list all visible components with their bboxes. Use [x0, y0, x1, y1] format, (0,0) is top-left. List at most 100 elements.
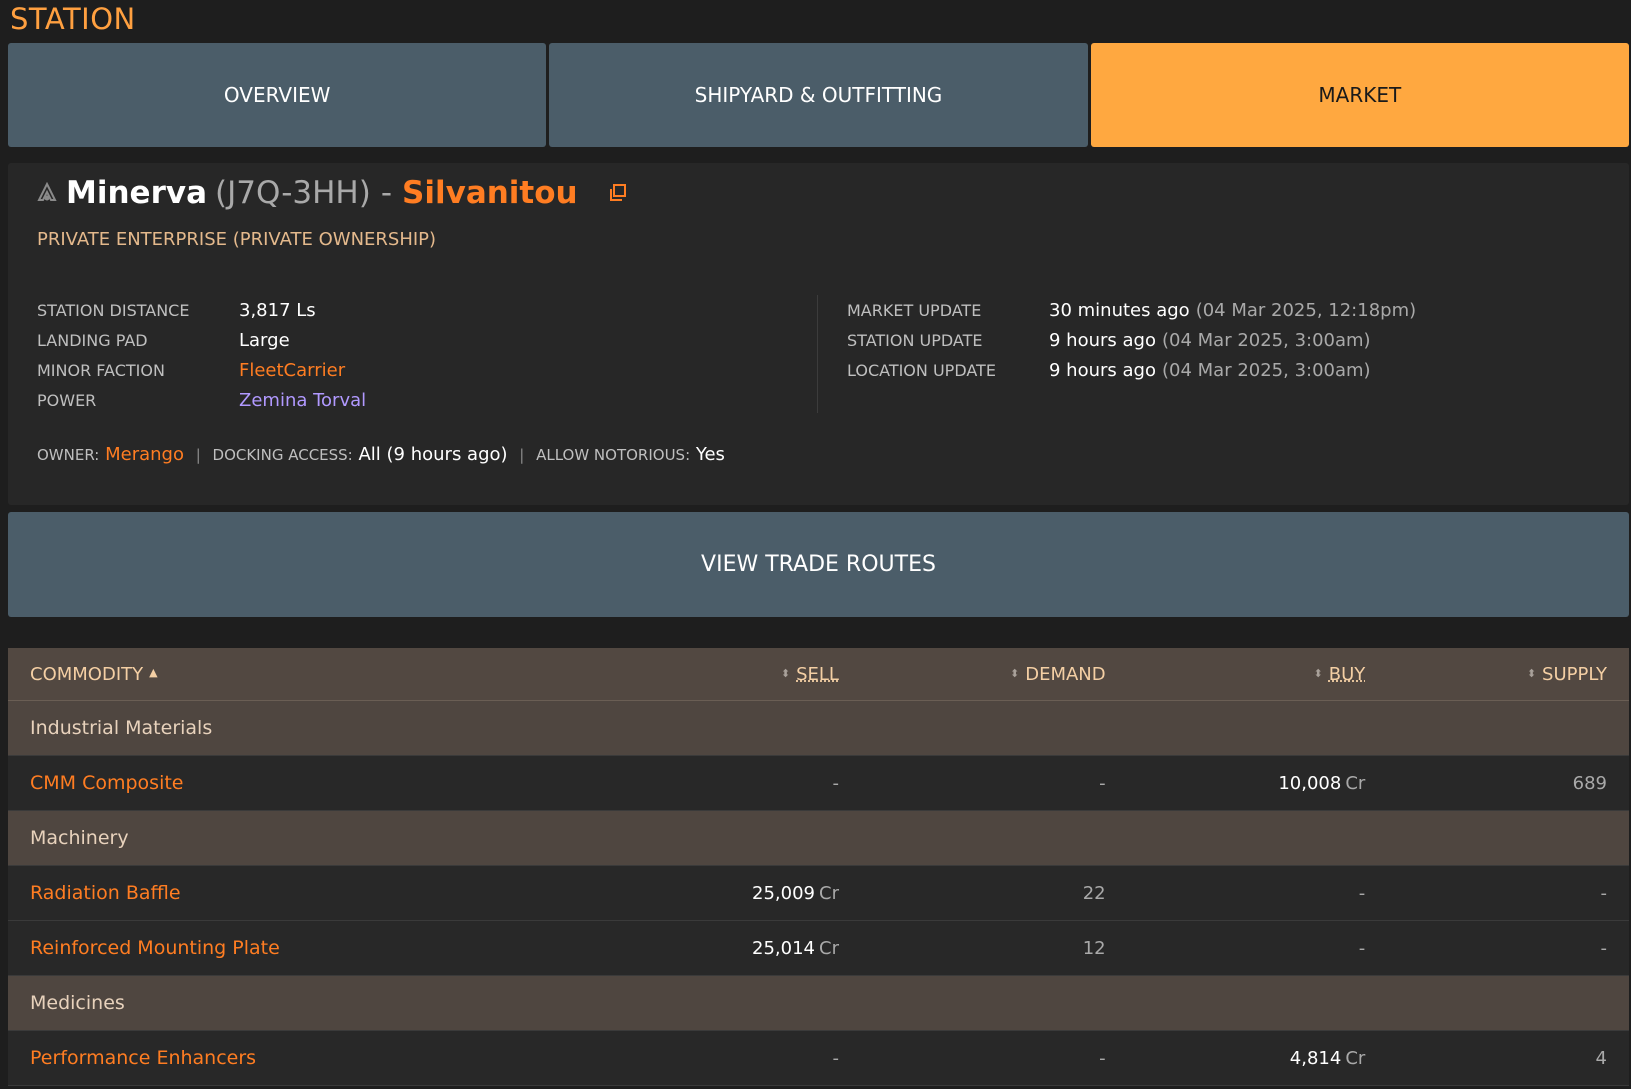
- tab-bar: OVERVIEW SHIPYARD & OUTFITTING MARKET: [8, 43, 1629, 147]
- supply-cell: -: [1600, 882, 1607, 904]
- commodity-link[interactable]: Radiation Baffle: [30, 882, 609, 904]
- table-row: CMM Composite - - 10,008 Cr 689: [8, 756, 1629, 811]
- station-name: Minerva: [66, 175, 207, 211]
- station-code: (J7Q-3HH): [214, 175, 371, 211]
- table-row: Radiation Baffle 25,009 Cr 22 - -: [8, 866, 1629, 921]
- buy-cell: -: [1358, 937, 1366, 959]
- column-buy[interactable]: ⬍ BUY: [1106, 664, 1366, 685]
- buy-cell: 4,814 Cr: [1106, 1048, 1366, 1069]
- currency-unit: Cr: [1345, 772, 1366, 794]
- view-trade-routes-button[interactable]: VIEW TRADE ROUTES: [8, 512, 1629, 617]
- station-details-right: MARKET UPDATE 30 minutes ago (04 Mar 202…: [847, 295, 1416, 385]
- minor-faction-link[interactable]: FleetCarrier: [239, 360, 345, 381]
- station-heading: Minerva (J7Q-3HH) - Silvanitou: [36, 175, 628, 211]
- details-divider: [817, 295, 818, 413]
- separator: |: [519, 446, 525, 464]
- carrier-icon: [37, 182, 57, 201]
- table-row: Reinforced Mounting Plate 25,014 Cr 12 - …: [8, 921, 1629, 976]
- detail-row-location-update: LOCATION UPDATE 9 hours ago (04 Mar 2025…: [847, 355, 1416, 385]
- tab-overview[interactable]: OVERVIEW: [8, 43, 547, 147]
- detail-value: 9 hours ago: [1049, 359, 1156, 381]
- sell-cell: -: [832, 1047, 839, 1069]
- notorious-label: ALLOW NOTORIOUS:: [536, 446, 691, 464]
- owner-line: OWNER: Merango | DOCKING ACCESS: All (9 …: [37, 444, 725, 465]
- commodity-link[interactable]: CMM Composite: [30, 772, 609, 794]
- detail-label: LANDING PAD: [37, 330, 148, 350]
- detail-row-market-update: MARKET UPDATE 30 minutes ago (04 Mar 202…: [847, 295, 1416, 325]
- buy-cell: 10,008 Cr: [1106, 772, 1366, 794]
- docking-value: All (9 hours ago): [358, 444, 508, 465]
- docking-label: DOCKING ACCESS:: [212, 446, 353, 464]
- sell-price: 25,009: [752, 882, 815, 904]
- system-link[interactable]: Silvanitou: [402, 175, 578, 211]
- column-label: SUPPLY: [1542, 663, 1607, 685]
- category-label: Machinery: [30, 827, 129, 849]
- column-demand[interactable]: ⬍ DEMAND: [839, 664, 1106, 685]
- detail-row-distance: STATION DISTANCE 3,817 Ls: [37, 295, 366, 325]
- sell-cell: 25,009 Cr: [609, 883, 839, 904]
- market-table: COMMODITY ▲ ⬍ SELL ⬍ DEMAND ⬍ BUY ⬍ SUPPLY In…: [8, 648, 1629, 1086]
- detail-label: STATION DISTANCE: [37, 300, 190, 320]
- table-row: Performance Enhancers - - 4,814 Cr 4: [8, 1031, 1629, 1086]
- supply-cell: 689: [1572, 772, 1607, 794]
- power-link[interactable]: Zemina Torval: [239, 390, 366, 411]
- tab-shipyard-outfitting[interactable]: SHIPYARD & OUTFITTING: [549, 43, 1088, 147]
- demand-cell: 12: [1082, 937, 1106, 959]
- owner-link[interactable]: Merango: [105, 444, 184, 465]
- column-label: SELL: [796, 663, 839, 685]
- station-info-panel: Minerva (J7Q-3HH) - Silvanitou PRIVATE E…: [8, 163, 1629, 505]
- detail-row-power: POWER Zemina Torval: [37, 385, 366, 415]
- sort-icon: ⬍: [1313, 666, 1323, 680]
- station-details-left: STATION DISTANCE 3,817 Ls LANDING PAD La…: [37, 295, 366, 415]
- demand-cell: -: [1099, 772, 1106, 794]
- detail-value: 9 hours ago: [1049, 329, 1156, 351]
- demand-cell: -: [1099, 1047, 1106, 1069]
- detail-label: POWER: [37, 390, 97, 410]
- detail-row-minor-faction: MINOR FACTION FleetCarrier: [37, 355, 366, 385]
- detail-row-station-update: STATION UPDATE 9 hours ago (04 Mar 2025,…: [847, 325, 1416, 355]
- page-title: STATION: [10, 2, 136, 36]
- category-label: Medicines: [30, 992, 125, 1014]
- detail-label: STATION UPDATE: [847, 330, 983, 350]
- table-header: COMMODITY ▲ ⬍ SELL ⬍ DEMAND ⬍ BUY ⬍ SUPPLY: [8, 648, 1629, 701]
- tab-market[interactable]: MARKET: [1090, 43, 1629, 147]
- supply-cell: 4: [1595, 1047, 1607, 1069]
- notorious-value: Yes: [695, 444, 725, 465]
- currency-unit: Cr: [819, 882, 839, 904]
- title-separator: -: [380, 175, 393, 211]
- category-row: Machinery: [8, 811, 1629, 866]
- currency-unit: Cr: [1345, 1047, 1366, 1069]
- detail-timestamp: (04 Mar 2025, 12:18pm): [1195, 299, 1417, 321]
- detail-label: MINOR FACTION: [37, 360, 165, 380]
- column-commodity[interactable]: COMMODITY ▲: [30, 664, 609, 685]
- sort-asc-icon: ▲: [149, 665, 158, 679]
- column-label: COMMODITY: [30, 663, 144, 685]
- currency-unit: Cr: [819, 937, 839, 959]
- external-link-icon[interactable]: [608, 183, 628, 203]
- detail-value: Large: [239, 329, 290, 351]
- column-label: DEMAND: [1025, 663, 1106, 685]
- sell-cell: -: [832, 772, 839, 794]
- detail-value: 3,817 Ls: [239, 299, 316, 321]
- detail-label: MARKET UPDATE: [847, 300, 982, 320]
- sort-icon: ⬍: [1526, 666, 1537, 680]
- sort-icon: ⬍: [780, 666, 791, 680]
- category-row: Medicines: [8, 976, 1629, 1031]
- commodity-link[interactable]: Reinforced Mounting Plate: [30, 937, 609, 959]
- detail-row-landing-pad: LANDING PAD Large: [37, 325, 366, 355]
- separator: |: [195, 446, 201, 464]
- buy-price: 10,008: [1278, 772, 1342, 794]
- column-sell[interactable]: ⬍ SELL: [609, 664, 839, 685]
- supply-cell: -: [1600, 937, 1607, 959]
- demand-cell: 22: [1082, 882, 1106, 904]
- sort-icon: ⬍: [1010, 666, 1020, 680]
- sell-cell: 25,014 Cr: [609, 938, 839, 959]
- detail-label: LOCATION UPDATE: [847, 360, 996, 380]
- buy-cell: -: [1358, 882, 1366, 904]
- column-label: BUY: [1328, 663, 1366, 685]
- station-type: PRIVATE ENTERPRISE (PRIVATE OWNERSHIP): [37, 229, 437, 250]
- commodity-link[interactable]: Performance Enhancers: [30, 1047, 609, 1069]
- owner-label: OWNER:: [37, 446, 100, 464]
- sell-price: 25,014: [752, 937, 815, 959]
- column-supply[interactable]: ⬍ SUPPLY: [1365, 664, 1607, 685]
